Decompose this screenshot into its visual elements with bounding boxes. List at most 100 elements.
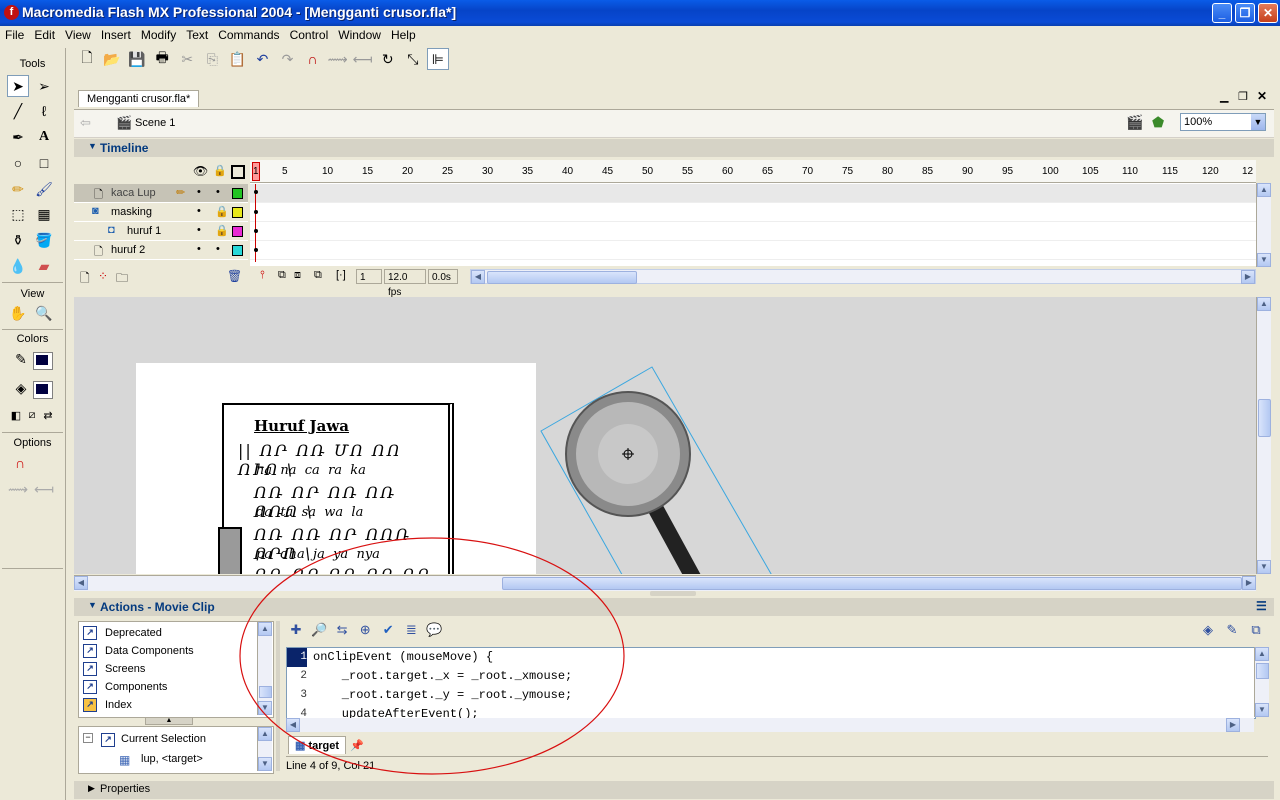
outline-icon[interactable] (231, 165, 245, 179)
menu-help[interactable]: Help (386, 26, 421, 44)
frame-row[interactable] (250, 241, 1256, 260)
rotate-icon[interactable]: ↻ (377, 48, 399, 70)
delete-layer-icon[interactable]: 🗑 (227, 269, 242, 283)
smooth-option-icon[interactable]: ⟿ (7, 478, 29, 500)
layer-row[interactable]: 🗋 huruf 2 • • (74, 241, 248, 260)
menu-window[interactable]: Window (333, 26, 386, 44)
maximize-button[interactable]: ❐ (1235, 3, 1255, 23)
layer-row[interactable]: ◘ huruf 1 • 🔒 (74, 222, 248, 241)
scroll-left-icon[interactable]: ◀ (286, 718, 300, 732)
find-icon[interactable]: 🔎 (309, 620, 329, 640)
keyframe-dot[interactable] (254, 210, 258, 214)
scroll-thumb[interactable] (1258, 399, 1271, 437)
editor-hscroll[interactable]: ◀ ▶ (286, 718, 1254, 732)
keyframe-dot[interactable] (254, 190, 258, 194)
stage-area[interactable]: Huruf Jawa || ՈՐ ՈՌ ՄՈ ՈՈ ՈՒՈ \ ha na ca… (74, 297, 1256, 574)
doc-restore-button[interactable]: ❐ (1238, 90, 1248, 103)
pencil-tool-icon[interactable]: ✏ (7, 178, 29, 200)
visible-dot[interactable]: • (197, 243, 201, 255)
frame-row[interactable] (250, 203, 1256, 222)
back-arrow-icon[interactable]: ⇦ (80, 115, 91, 131)
insert-folder-icon[interactable]: 🗀 (116, 269, 128, 290)
scale-icon[interactable]: ⤡ (402, 48, 424, 70)
pin-script-icon[interactable]: 📌 (350, 739, 364, 752)
menu-commands[interactable]: Commands (213, 26, 284, 44)
brush-tool-icon[interactable]: 🖌 (33, 178, 55, 200)
rectangle-tool-icon[interactable]: □ (33, 152, 55, 174)
eye-icon[interactable]: 👁 (193, 164, 208, 178)
replace-icon[interactable]: ⇆ (332, 620, 352, 640)
scroll-down-icon[interactable]: ▼ (1257, 560, 1271, 574)
nav-vscroll[interactable]: ▲ ▼ (257, 727, 272, 771)
edit-multiple-frames-icon[interactable]: ⧉ (314, 269, 322, 282)
scroll-right-icon[interactable]: ▶ (1242, 576, 1256, 590)
paste-icon[interactable]: 📋 (226, 48, 248, 70)
scroll-down-icon[interactable]: ▼ (258, 701, 272, 715)
nav-item[interactable]: lup, <target> (141, 753, 203, 765)
center-frame-icon[interactable]: ⫯ (260, 269, 265, 282)
magnifier-graphic[interactable] (534, 359, 794, 574)
stage-vscroll[interactable]: ▲ ▼ (1256, 297, 1271, 574)
panel-options-icon[interactable]: ☰ (1256, 599, 1267, 613)
onion-skin-icon[interactable]: ⧉ (278, 269, 286, 282)
snap-to-objects-icon[interactable]: ∩ (9, 452, 31, 474)
line-tool-icon[interactable]: ╱ (7, 100, 29, 122)
frame-row[interactable] (250, 222, 1256, 241)
doc-close-button[interactable]: ✕ (1257, 89, 1267, 103)
layer-row[interactable]: ◙ masking • 🔒 (74, 203, 248, 222)
debug-options-icon[interactable]: ◈ (1198, 620, 1218, 640)
layer-color-swatch[interactable] (232, 245, 243, 256)
zoom-select[interactable]: 100% ▼ (1180, 113, 1266, 131)
menu-file[interactable]: File (0, 26, 29, 44)
doc-minimize-button[interactable]: ▁ (1220, 90, 1228, 103)
toolbox-item[interactable]: ↗ Index (83, 696, 132, 714)
layer-color-swatch[interactable] (232, 226, 243, 237)
scroll-right-icon[interactable]: ▶ (1226, 718, 1240, 732)
align-icon[interactable]: ⊫ (426, 48, 449, 70)
visible-dot[interactable]: • (197, 205, 201, 217)
snap-magnet-icon[interactable]: ∩ (302, 48, 324, 70)
stage-canvas[interactable]: Huruf Jawa || ՈՐ ՈՌ ՄՈ ՈՈ ՈՒՈ \ ha na ca… (136, 363, 536, 574)
oval-tool-icon[interactable]: ○ (7, 152, 29, 174)
timeline-hscroll[interactable]: ◀ ▶ (470, 269, 1256, 284)
keyframe-dot[interactable] (254, 229, 258, 233)
frame-row[interactable] (250, 184, 1256, 203)
book-illustration[interactable]: Huruf Jawa || ՈՐ ՈՌ ՄՈ ՈՈ ՈՒՈ \ ha na ca… (218, 403, 454, 574)
stroke-color-swatch[interactable] (33, 352, 53, 370)
free-transform-tool-icon[interactable]: ⬚ (7, 203, 29, 225)
check-syntax-icon[interactable]: ✔ (378, 620, 398, 640)
scroll-up-icon[interactable]: ▲ (258, 727, 272, 741)
menu-view[interactable]: View (60, 26, 96, 44)
menu-modify[interactable]: Modify (136, 26, 181, 44)
scroll-up-icon[interactable]: ▲ (1255, 647, 1269, 661)
undo-icon[interactable]: ↶ (251, 48, 273, 70)
menu-control[interactable]: Control (285, 26, 334, 44)
menu-edit[interactable]: Edit (29, 26, 60, 44)
code-line[interactable]: onClipEvent (mouseMove) { (313, 648, 493, 667)
scroll-thumb[interactable] (502, 577, 1242, 590)
panel-splitter[interactable] (650, 591, 696, 596)
toolbox-vscroll[interactable]: ▲ ▼ (257, 622, 272, 715)
new-file-icon[interactable]: 🗋 (76, 48, 98, 70)
layer-color-swatch[interactable] (232, 207, 243, 218)
swap-colors-icon[interactable]: ⇄ (37, 404, 59, 426)
scroll-down-icon[interactable]: ▼ (1255, 703, 1269, 717)
code-line[interactable]: _root.target._x = _root._xmouse; (313, 667, 572, 686)
scroll-thumb[interactable] (487, 271, 637, 284)
toolbox-item[interactable]: ↗ Data Components (83, 642, 194, 660)
scroll-up-icon[interactable]: ▲ (1257, 297, 1271, 311)
script-editor[interactable]: 1 2 3 4 onClipEvent (mouseMove) { _root.… (286, 647, 1256, 719)
insert-layer-icon[interactable]: 🗋 (80, 269, 90, 290)
pen-tool-icon[interactable]: ✒ (7, 126, 29, 148)
arrow-tool-icon[interactable]: ➤ (7, 75, 29, 97)
lock-dot[interactable]: • (216, 243, 220, 255)
editor-vscroll[interactable]: ▲ ▼ (1254, 647, 1269, 717)
actions-header[interactable]: ▼ Actions - Movie Clip ☰ (74, 598, 1274, 616)
keyframe-dot[interactable] (254, 248, 258, 252)
edit-scene-icon[interactable]: 🎬 (1126, 114, 1143, 131)
visible-dot[interactable]: • (197, 224, 201, 236)
toolbox-item[interactable]: ↗ Components (83, 678, 167, 696)
smooth-icon[interactable]: ⟿ (327, 48, 349, 70)
scroll-up-icon[interactable]: ▲ (1257, 183, 1271, 197)
eraser-tool-icon[interactable]: ▰ (33, 255, 55, 277)
